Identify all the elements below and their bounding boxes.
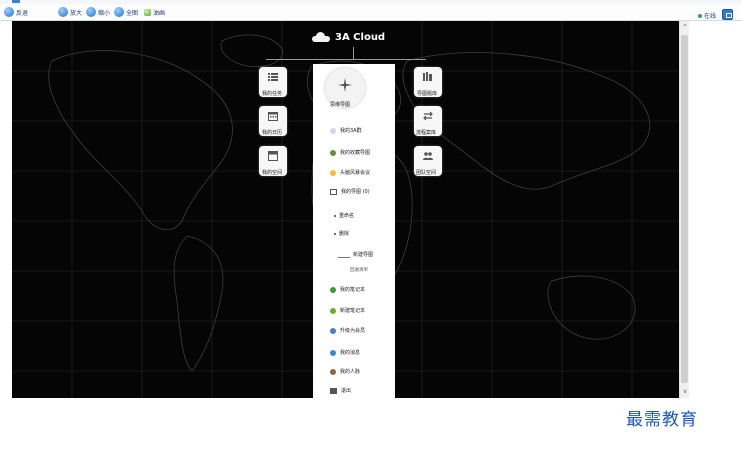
menu-item-label: 我的笔记本 xyxy=(340,287,366,293)
favorite-icon xyxy=(330,149,336,156)
connector-line xyxy=(353,47,354,59)
status-label: 在线 xyxy=(703,13,716,20)
group-icon xyxy=(330,127,336,134)
new-map-icon xyxy=(338,251,350,258)
back-icon xyxy=(4,7,14,17)
menu-item-recycle[interactable]: 回收清单 xyxy=(350,267,368,273)
menu-item-label: 我的人脉 xyxy=(340,369,361,375)
folder-icon xyxy=(330,188,337,195)
pin-button[interactable] xyxy=(722,9,733,20)
zoom-out-label: 缩小 xyxy=(98,9,111,17)
menu-item-my-3a-group[interactable]: 我的3A群 xyxy=(330,127,362,134)
menu-item-favorite-maps[interactable]: 我的收藏导图 xyxy=(330,149,370,156)
app-icon xyxy=(12,0,20,3)
paint-icon xyxy=(144,8,151,16)
menu-item-my-messages[interactable]: 我的消息 xyxy=(330,349,360,356)
menu-panel xyxy=(313,64,395,398)
fit-view-icon xyxy=(114,7,124,17)
node-flow-library-label: 流程案库 xyxy=(416,130,437,136)
watermark-text: 最需教育 xyxy=(626,410,698,430)
menu-item-brainstorm[interactable]: 头脑风暴会议 xyxy=(330,169,370,176)
menu-item-logout[interactable]: 退出 xyxy=(330,387,351,394)
task-list-icon xyxy=(268,73,278,81)
online-dot-icon xyxy=(697,13,702,18)
scrollbar-thumb[interactable] xyxy=(681,35,688,383)
node-my-calendar-label: 我的日历 xyxy=(262,130,283,136)
menu-item-my-notebook[interactable]: 我的笔记本 xyxy=(330,286,365,293)
contacts-icon xyxy=(330,368,336,375)
vertical-scrollbar[interactable]: ^ v xyxy=(679,21,689,398)
zoom-in-label: 放大 xyxy=(70,9,83,17)
toolbar: 反退 放大 缩小 全图 油画 在线 xyxy=(0,4,742,21)
add-note-icon xyxy=(330,307,336,314)
flow-icon xyxy=(423,111,433,121)
compass-icon xyxy=(338,78,352,92)
menu-item-label: 新建导图 xyxy=(353,252,374,258)
node-my-tasks-label: 我的任务 xyxy=(262,91,283,97)
back-button[interactable]: 反退 xyxy=(4,6,28,18)
notebook-icon xyxy=(330,286,336,293)
menu-item-label: 头脑风暴会议 xyxy=(340,170,371,176)
zoom-out-icon xyxy=(86,7,96,17)
zoom-in-button[interactable]: 放大 xyxy=(58,6,82,18)
root-label: 3A Cloud xyxy=(335,31,386,43)
team-icon xyxy=(423,152,433,160)
scroll-up-icon[interactable]: ^ xyxy=(681,23,689,32)
menu-item-label: 新建笔记本 xyxy=(340,308,366,314)
menu-item-delete[interactable]: 删除 xyxy=(334,230,349,237)
menu-item-label: 我的收藏导图 xyxy=(340,150,371,156)
paint-label: 油画 xyxy=(153,9,166,17)
menu-item-new-map[interactable]: 新建导图 xyxy=(338,251,373,258)
connector-line xyxy=(266,59,426,60)
node-map-library-label: 导图题库 xyxy=(417,91,438,97)
menu-item-label: 我的3A群 xyxy=(340,128,362,134)
back-label: 反退 xyxy=(16,9,29,17)
menu-item-label: 升级为会员 xyxy=(340,328,366,334)
library-icon xyxy=(423,72,432,81)
online-status: 在线 xyxy=(697,11,716,20)
menu-item-label: 删除 xyxy=(339,231,350,237)
mindmap-canvas[interactable]: 3A Cloud 我的任务 我的日历 我的空间 导图题库 流程案库 团队空间 思… xyxy=(12,21,679,398)
message-icon xyxy=(330,349,336,356)
scroll-down-icon[interactable]: v xyxy=(681,387,689,396)
root-node[interactable]: 3A Cloud xyxy=(312,27,385,47)
menu-item-my-contacts[interactable]: 我的人脉 xyxy=(330,368,360,375)
menu-item-rename[interactable]: 重命名 xyxy=(334,212,354,219)
member-icon xyxy=(330,327,336,334)
bullet-icon xyxy=(334,232,336,235)
paint-button[interactable]: 油画 xyxy=(144,6,165,18)
bullet-icon xyxy=(334,214,336,217)
menu-item-new-notebook[interactable]: 新建笔记本 xyxy=(330,307,365,314)
menu-item-label: 我的导图 (0) xyxy=(341,189,370,195)
space-icon xyxy=(268,151,278,161)
center-label: 思维导图 xyxy=(330,102,351,108)
menu-item-my-maps[interactable]: 我的导图 (0) xyxy=(330,188,370,195)
idea-icon xyxy=(330,169,336,176)
fit-view-button[interactable]: 全图 xyxy=(114,6,138,18)
menu-item-label: 回收清单 xyxy=(350,268,368,273)
logout-icon xyxy=(330,387,337,394)
zoom-in-icon xyxy=(58,7,68,17)
fit-view-label: 全图 xyxy=(126,9,139,17)
menu-item-label: 退出 xyxy=(341,388,352,394)
node-my-space-label: 我的空间 xyxy=(262,170,283,176)
calendar-icon xyxy=(268,112,278,121)
menu-item-label: 重命名 xyxy=(339,213,355,219)
cloud-icon xyxy=(312,32,330,42)
menu-item-upgrade-member[interactable]: 升级为会员 xyxy=(330,327,365,334)
node-team-space-label: 团队空间 xyxy=(416,170,437,176)
menu-item-label: 我的消息 xyxy=(340,350,361,356)
zoom-out-button[interactable]: 缩小 xyxy=(86,6,110,18)
